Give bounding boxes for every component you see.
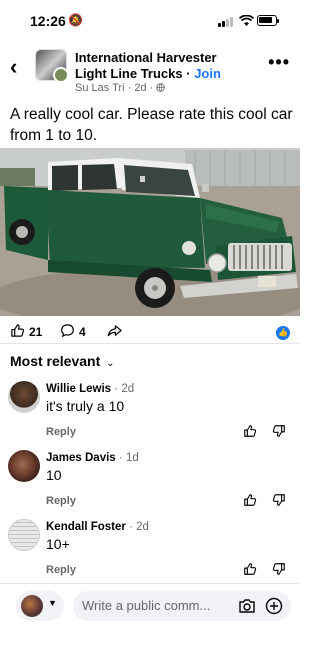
meta-separator-2: · [146,82,157,94]
comment-composer-bar: ▼ [0,583,300,627]
thumb-up-icon[interactable] [243,493,259,509]
join-button[interactable]: Join [194,66,221,81]
battery-level [259,17,272,23]
avatar[interactable] [8,381,40,413]
comment-count: 4 [79,325,86,339]
separator: · [182,66,195,81]
identity-switcher[interactable]: ▼ [16,591,64,621]
group-title: International Harvester Light Line Truck… [75,50,250,82]
comment-text: it's truly a 10 [46,398,125,414]
avatar[interactable] [8,450,40,482]
comment-author[interactable]: Willie Lewis · 2d [46,383,134,395]
comment-composer[interactable] [73,591,291,621]
post-photo[interactable] [0,148,300,316]
more-icon[interactable]: ••• [268,52,290,73]
like-count: 21 [29,325,43,339]
share-action[interactable] [107,323,122,341]
comment-input[interactable] [82,598,232,613]
author-avatar[interactable] [53,67,69,83]
caret-down-icon: ▼ [48,598,57,608]
wifi-icon [238,14,255,30]
thumb-up-icon[interactable] [243,424,259,440]
thumb-down-icon[interactable] [272,424,288,440]
post-header: ‹ International Harvester Light Line Tru… [0,46,300,94]
globe-icon [156,82,166,94]
reaction-badge-icon[interactable]: 👍 [276,326,290,340]
thumb-down-icon[interactable] [272,493,288,509]
status-time: 12:26 [30,13,66,29]
camera-icon[interactable] [238,598,256,614]
truck-illustration [0,148,300,316]
silent-bell-icon: 🔕 [68,13,83,27]
reply-button[interactable]: Reply [46,495,76,507]
like-icon [10,323,25,341]
sort-label: Most relevant [10,353,101,369]
comment-author[interactable]: James Davis · 1d [46,452,139,464]
back-arrow-icon[interactable]: ‹ [10,54,17,80]
thumb-down-icon[interactable] [272,562,288,578]
chevron-down-icon: ⌄ [106,358,115,369]
comment-item: Kendall Foster · 2d 10+ Reply [0,519,300,585]
divider [0,343,300,344]
reply-button[interactable]: Reply [46,426,76,438]
plus-icon[interactable] [265,597,283,615]
comment-author[interactable]: Kendall Foster · 2d [46,521,149,533]
like-action[interactable]: 21 [10,323,42,341]
thumb-up-icon[interactable] [243,562,259,578]
post-meta: Su Las Tri · 2d · [75,82,166,94]
comment-text: 10+ [46,536,70,552]
comment-action[interactable]: 4 [60,323,86,341]
post-time[interactable]: 2d [134,82,146,94]
meta-separator: · [124,82,135,94]
share-icon [107,323,122,341]
comment-sort[interactable]: Most relevant ⌄ [10,353,115,369]
comment-item: Willie Lewis · 2d it's truly a 10 Reply [0,381,300,447]
comment-item: James Davis · 1d 10 Reply [0,450,300,516]
avatar[interactable] [8,519,40,551]
avatar [21,595,43,617]
post-caption: A really cool car. Please rate this cool… [10,106,293,144]
battery-icon [257,15,279,26]
post-actions: 21 4 👍 [0,323,300,345]
comment-icon [60,323,75,341]
author-name[interactable]: Su Las Tri [75,82,125,94]
status-bar: 12:26 🔕 [0,0,300,42]
signal-icon [218,16,234,27]
comment-text: 10 [46,467,62,483]
reply-button[interactable]: Reply [46,564,76,576]
